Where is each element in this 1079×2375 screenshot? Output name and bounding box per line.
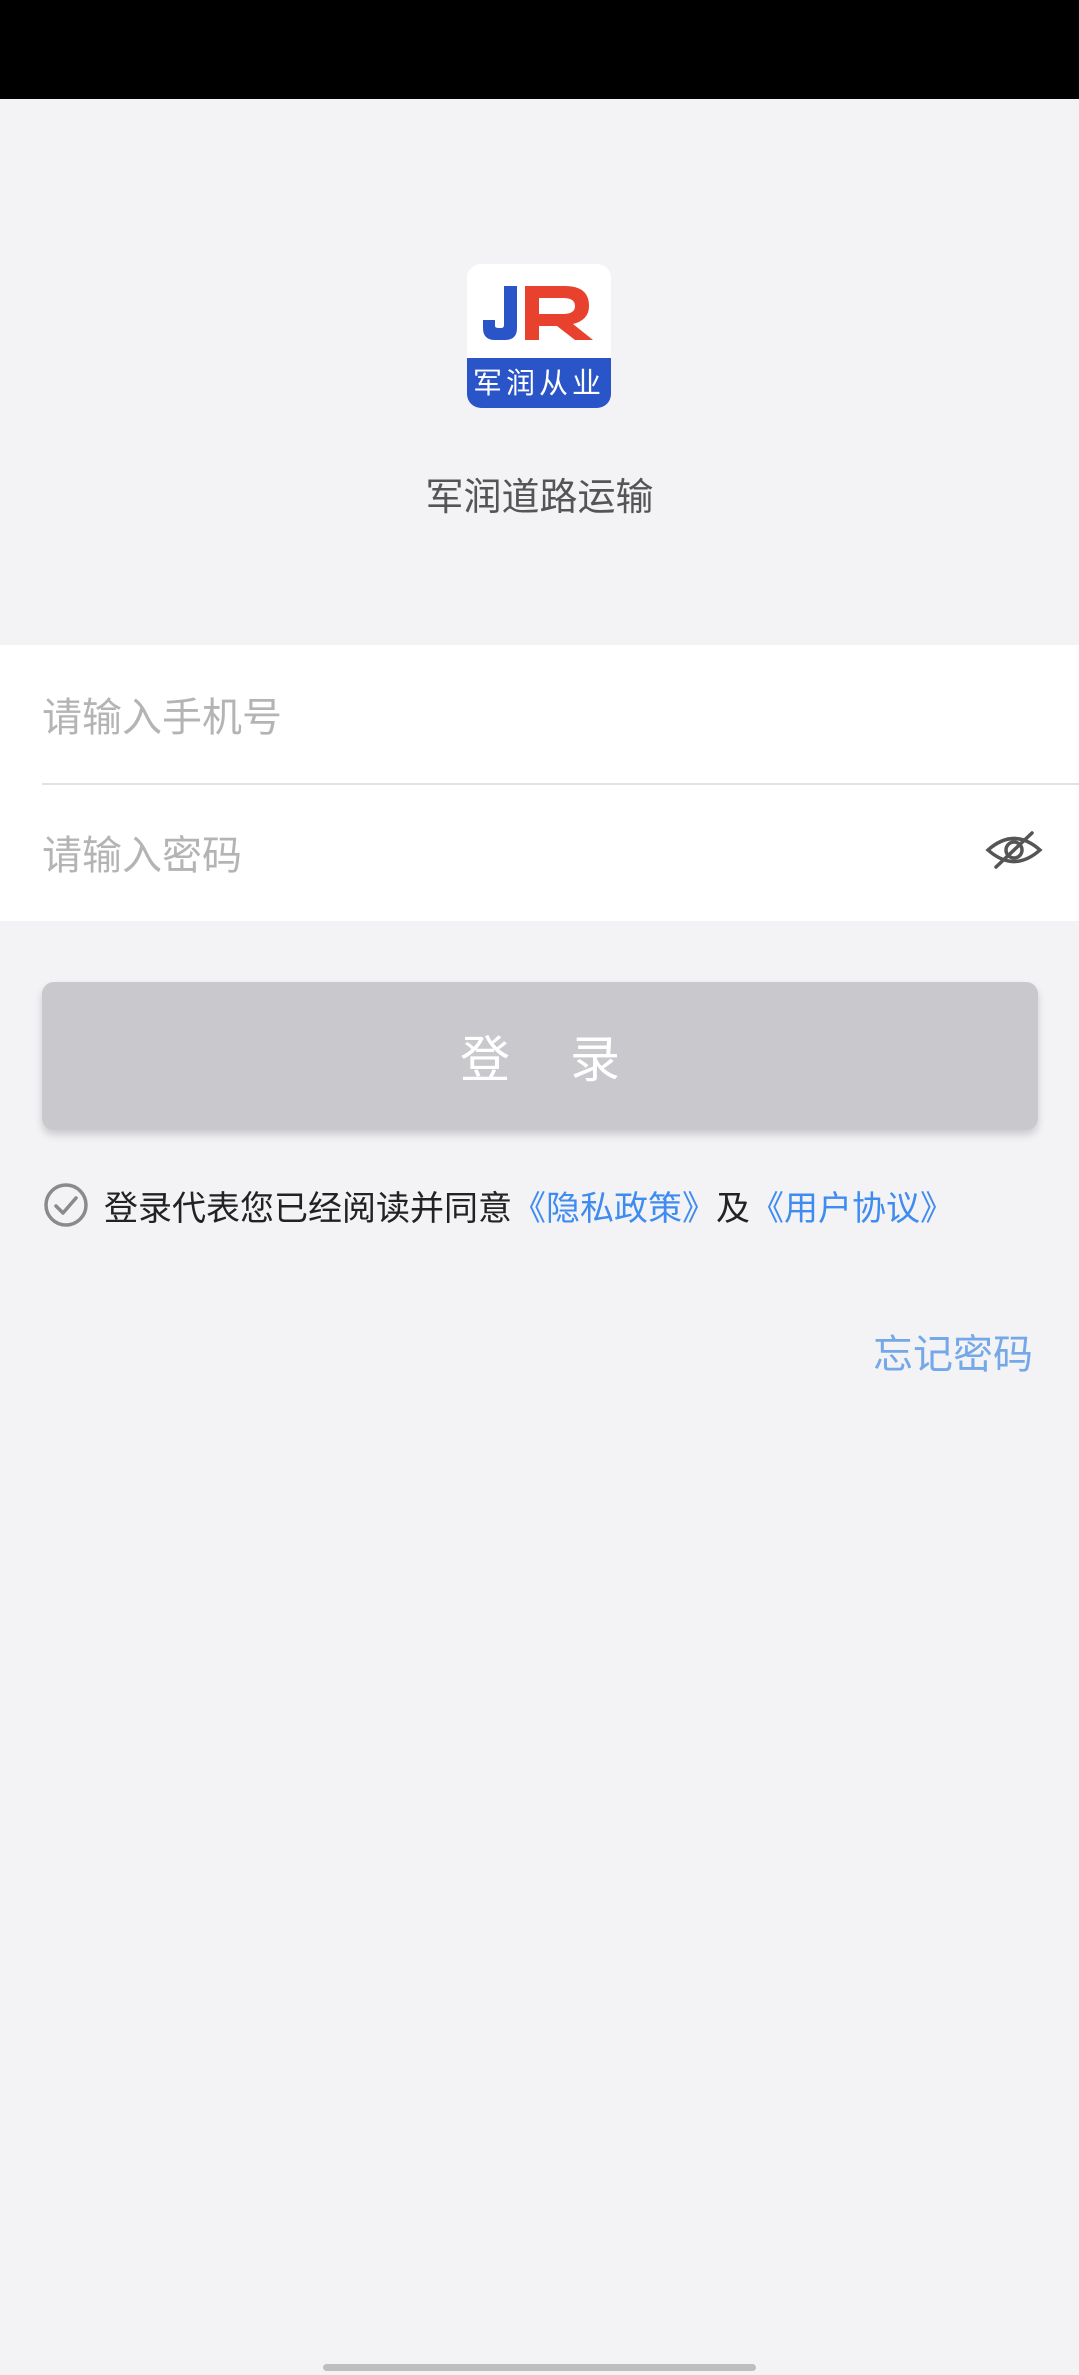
agreement-text: 登录代表您已经阅读并同意 [104, 1188, 512, 1229]
logo-lettering: 军润从业 [467, 358, 611, 408]
password-input[interactable] [42, 806, 942, 906]
jr-logo-mark-icon [483, 286, 593, 340]
field-divider [42, 783, 1079, 785]
agreement-conjunction: 及 [716, 1188, 750, 1229]
eye-slash-icon[interactable] [984, 825, 1044, 875]
app-logo: 军润从业 [467, 264, 611, 408]
login-button[interactable]: 登录 [42, 982, 1038, 1130]
phone-input[interactable] [42, 670, 1042, 765]
check-circle-icon[interactable] [42, 1181, 90, 1229]
forgot-password-link[interactable]: 忘记密码 [873, 1322, 1033, 1380]
status-bar [0, 0, 1079, 99]
home-indicator [323, 2364, 756, 2371]
agreement-row: 登录代表您已经阅读并同意 《隐私政策》 及 《用户协议》 [42, 1178, 954, 1232]
privacy-policy-link[interactable]: 《隐私政策》 [512, 1181, 716, 1230]
user-agreement-link[interactable]: 《用户协议》 [750, 1181, 954, 1230]
app-name: 军润道路运输 [425, 475, 654, 519]
